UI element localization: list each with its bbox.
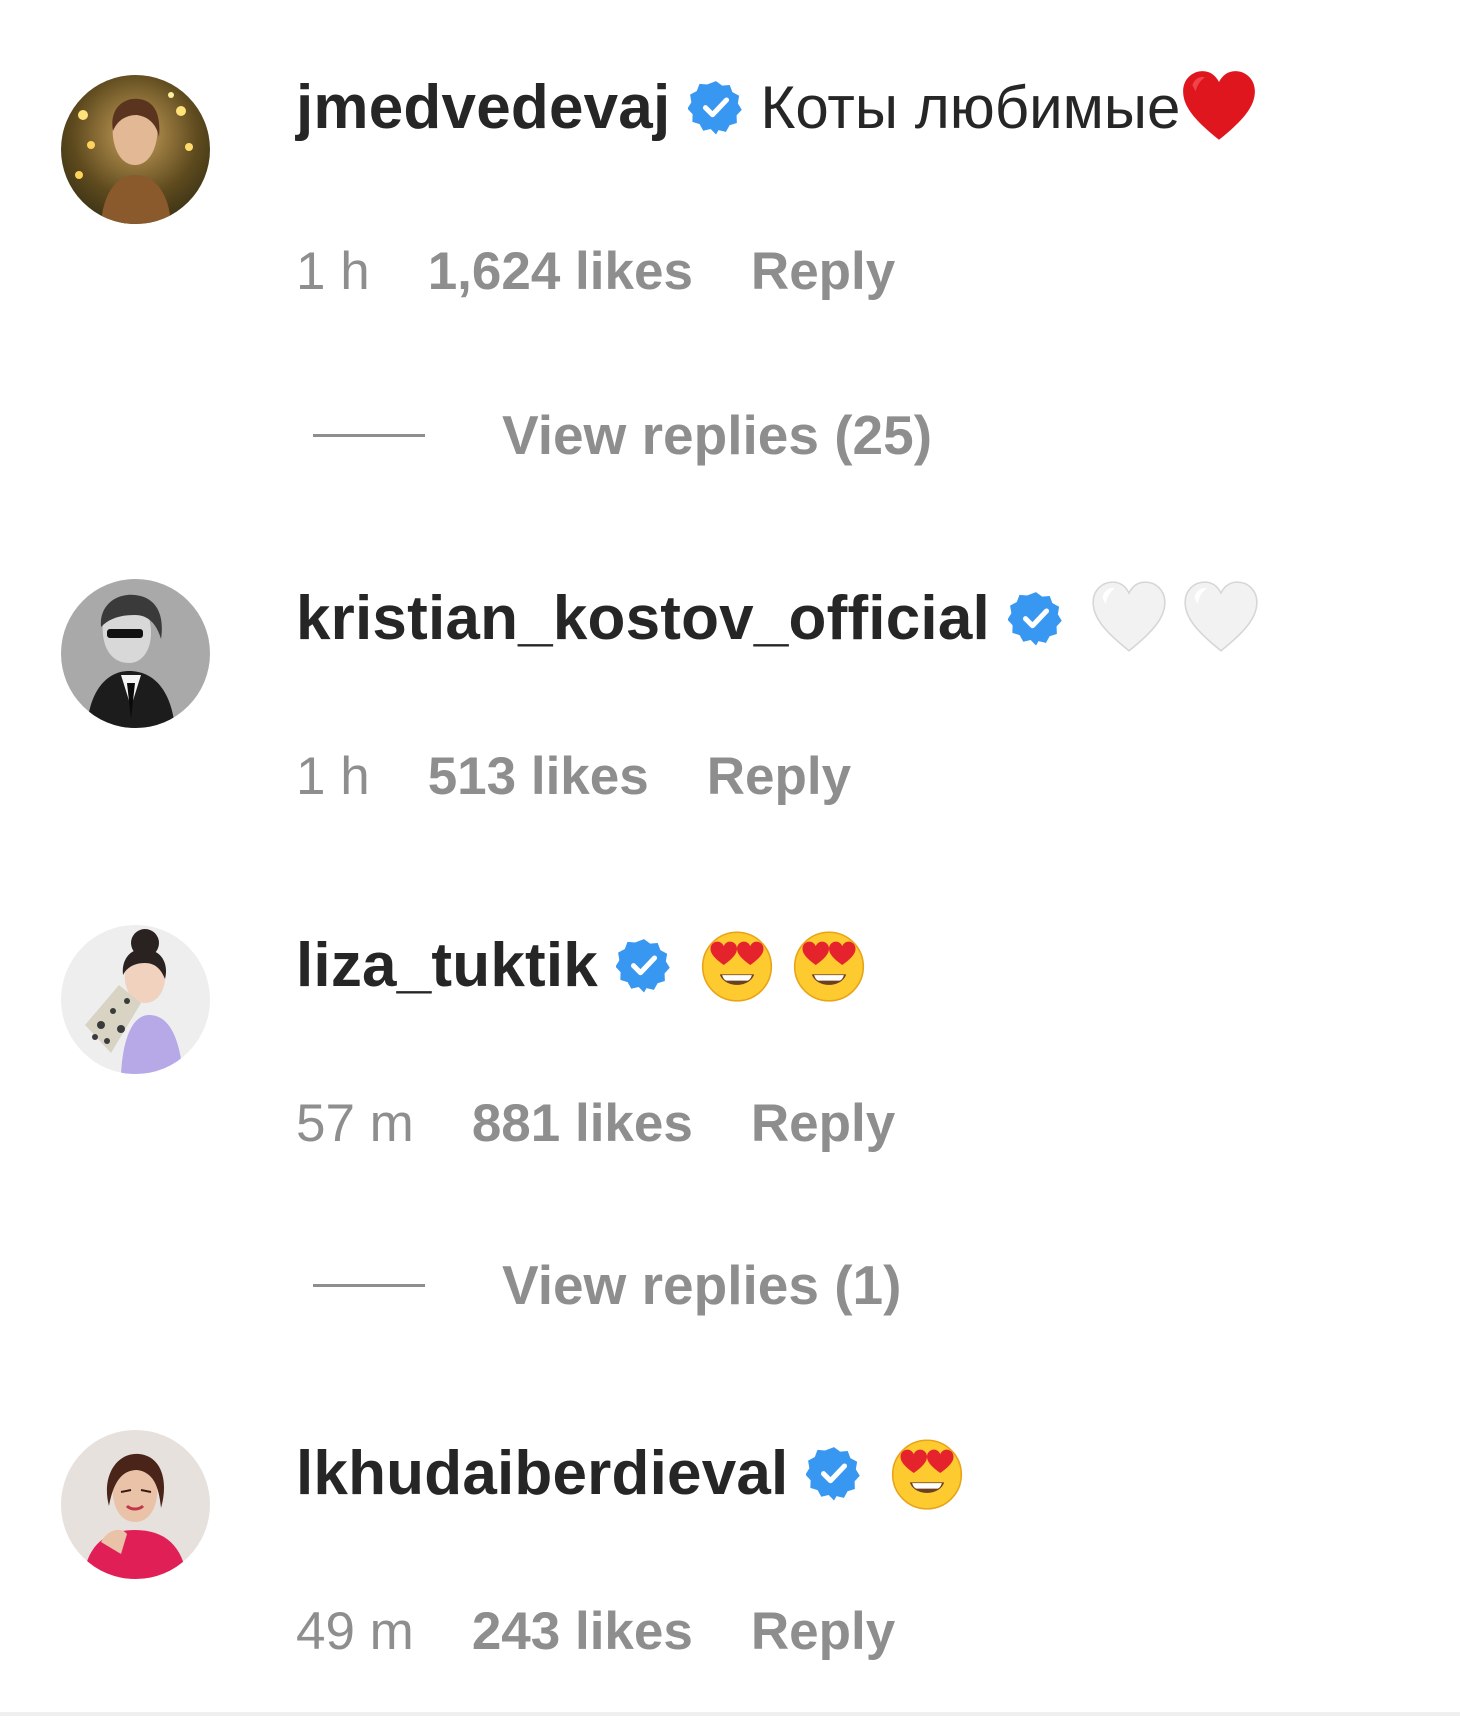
view-replies-button[interactable]: View replies (25) xyxy=(313,400,932,470)
comment-meta: 49 m 243 likes Reply xyxy=(296,1596,895,1666)
verified-badge-icon xyxy=(1008,590,1064,646)
avatar[interactable] xyxy=(61,75,210,224)
verified-badge-icon xyxy=(688,79,744,135)
view-replies-button[interactable]: View replies (1) xyxy=(313,1250,901,1320)
avatar[interactable] xyxy=(61,1430,210,1579)
divider xyxy=(313,433,425,437)
comment-meta: 1 h 1,624 likes Reply xyxy=(296,236,895,306)
red-heart-icon xyxy=(1180,68,1258,146)
comment-time[interactable]: 57 m xyxy=(296,1093,414,1154)
reply-button[interactable]: Reply xyxy=(751,1601,895,1662)
heart-eyes-icon xyxy=(790,926,868,1004)
likes-count[interactable]: 881 likes xyxy=(472,1093,693,1154)
likes-count[interactable]: 1,624 likes xyxy=(428,241,693,302)
comment-time[interactable]: 49 m xyxy=(296,1601,414,1662)
divider xyxy=(313,1283,425,1287)
white-heart-icon xyxy=(1090,579,1168,657)
avatar[interactable] xyxy=(61,579,210,728)
username[interactable]: liza_tuktik xyxy=(296,930,598,1001)
likes-count[interactable]: 513 likes xyxy=(428,746,649,807)
heart-eyes-icon xyxy=(698,926,776,1004)
avatar[interactable] xyxy=(61,925,210,1074)
likes-count[interactable]: 243 likes xyxy=(472,1601,693,1662)
comment-meta: 57 m 881 likes Reply xyxy=(296,1088,895,1158)
comment-text: Коты любимые xyxy=(760,73,1181,141)
view-replies-label: View replies (1) xyxy=(502,1254,902,1316)
verified-badge-icon xyxy=(806,1445,862,1501)
username[interactable]: kristian_kostov_official xyxy=(296,583,990,654)
comment-line: liza_tuktik xyxy=(296,925,868,1005)
comment-line: kristian_kostov_official xyxy=(296,578,1260,658)
username[interactable]: jmedvedevaj xyxy=(296,72,670,143)
reply-button[interactable]: Reply xyxy=(751,241,895,302)
reply-button[interactable]: Reply xyxy=(707,746,851,807)
username[interactable]: lkhudaiberdieval xyxy=(296,1438,788,1509)
comment-time[interactable]: 1 h xyxy=(296,746,370,807)
comment-meta: 1 h 513 likes Reply xyxy=(296,741,851,811)
reply-button[interactable]: Reply xyxy=(751,1093,895,1154)
verified-badge-icon xyxy=(616,937,672,993)
divider xyxy=(0,1712,1460,1716)
white-heart-icon xyxy=(1182,579,1260,657)
comment-time[interactable]: 1 h xyxy=(296,241,370,302)
heart-eyes-icon xyxy=(888,1434,966,1512)
comment-line: lkhudaiberdieval xyxy=(296,1433,966,1513)
comment-line: jmedvedevaj Коты любимые xyxy=(296,67,1258,147)
view-replies-label: View replies (25) xyxy=(502,404,933,466)
